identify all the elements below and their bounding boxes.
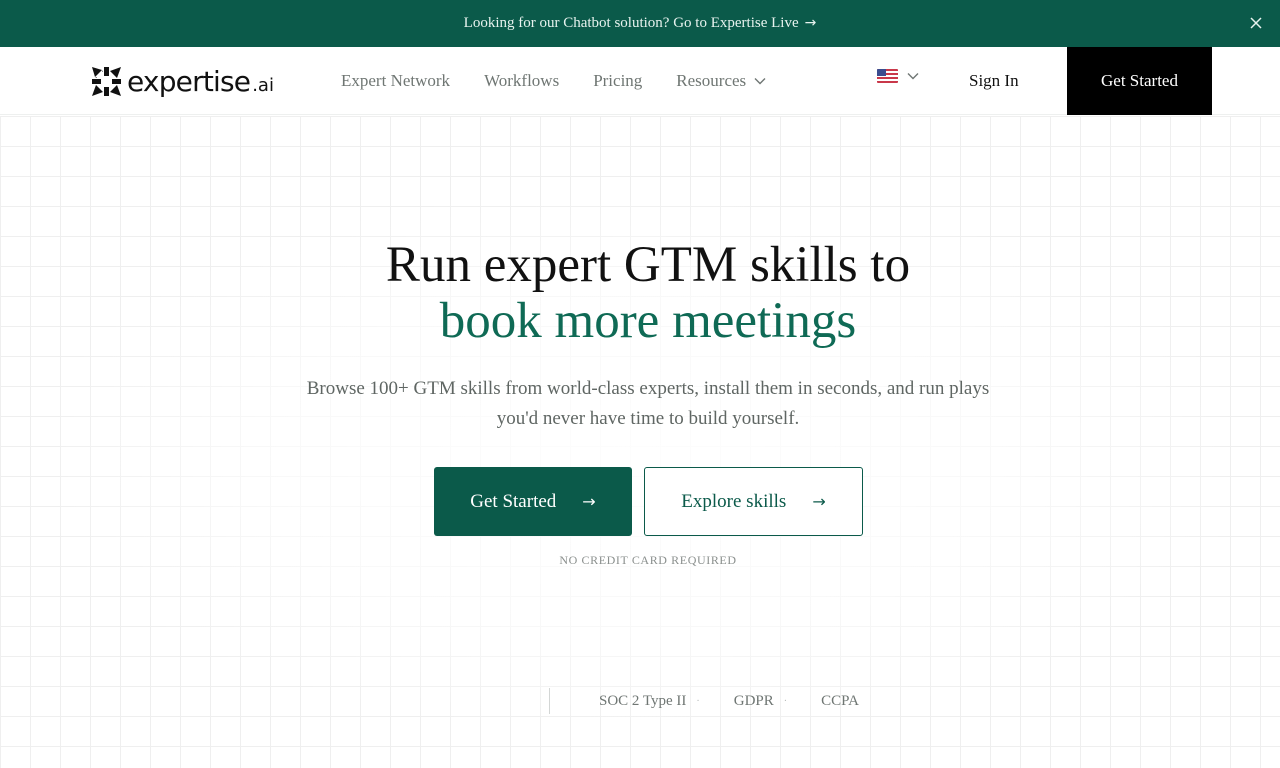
announcement-link[interactable]: Looking for our Chatbot solution? Go to …: [464, 15, 817, 32]
hero-subtitle: Browse 100+ GTM skills from world-class …: [306, 378, 990, 429]
no-credit-card-note: NO CREDIT CARD REQUIRED: [559, 553, 737, 567]
logo-mark-icon: [92, 66, 121, 96]
compliance-gdpr: GDPR: [733, 692, 774, 709]
explore-skills-label: Explore skills: [681, 490, 787, 512]
arrow-right-icon: →: [804, 15, 817, 31]
sign-in-link[interactable]: Sign In: [969, 71, 1019, 91]
explore-skills-button[interactable]: Explore skills →: [644, 467, 863, 536]
header-get-started-button[interactable]: Get Started: [1067, 47, 1212, 115]
logo-text: expertise: [127, 64, 251, 98]
us-flag-icon: [877, 69, 898, 83]
close-announcement-button[interactable]: [1246, 13, 1266, 33]
nav-item-resources[interactable]: Resources: [676, 71, 766, 91]
compliance-soc2: SOC 2 Type II: [599, 692, 687, 709]
logo[interactable]: expertise .ai: [92, 64, 274, 98]
announcement-text: Looking for our Chatbot solution? Go to …: [463, 15, 799, 31]
divider: [549, 688, 550, 714]
hero-headline: Run expert GTM skills to book more meeti…: [0, 237, 1280, 349]
headline-line-1: Run expert GTM skills to: [385, 237, 911, 293]
language-selector[interactable]: [877, 69, 919, 83]
separator-dot: ·: [696, 695, 700, 707]
hero-get-started-label: Get Started: [470, 490, 557, 512]
nav-item-pricing[interactable]: Pricing: [593, 71, 642, 91]
nav-item-workflows[interactable]: Workflows: [484, 71, 559, 91]
site-header: expertise .ai Expert Network Workflows Pr…: [0, 47, 1280, 115]
close-icon: [1250, 17, 1262, 29]
headline-line-2: book more meetings: [439, 293, 857, 349]
hero-get-started-button[interactable]: Get Started →: [434, 467, 632, 536]
compliance-badges: SOC 2 Type II · GDPR · CCPA: [549, 688, 859, 714]
logo-suffix: .ai: [252, 74, 274, 96]
chevron-down-icon: [907, 73, 919, 80]
chevron-down-icon: [754, 78, 766, 85]
nav-item-expert-network[interactable]: Expert Network: [341, 71, 450, 91]
nav-item-resources-label: Resources: [676, 71, 747, 90]
arrow-right-icon: →: [582, 492, 596, 511]
separator-dot: ·: [783, 695, 788, 707]
main-nav: Expert Network Workflows Pricing Resourc…: [341, 47, 800, 115]
announcement-bar: Looking for our Chatbot solution? Go to …: [0, 0, 1280, 47]
compliance-ccpa: CCPA: [821, 692, 859, 709]
arrow-right-icon: →: [812, 492, 826, 511]
